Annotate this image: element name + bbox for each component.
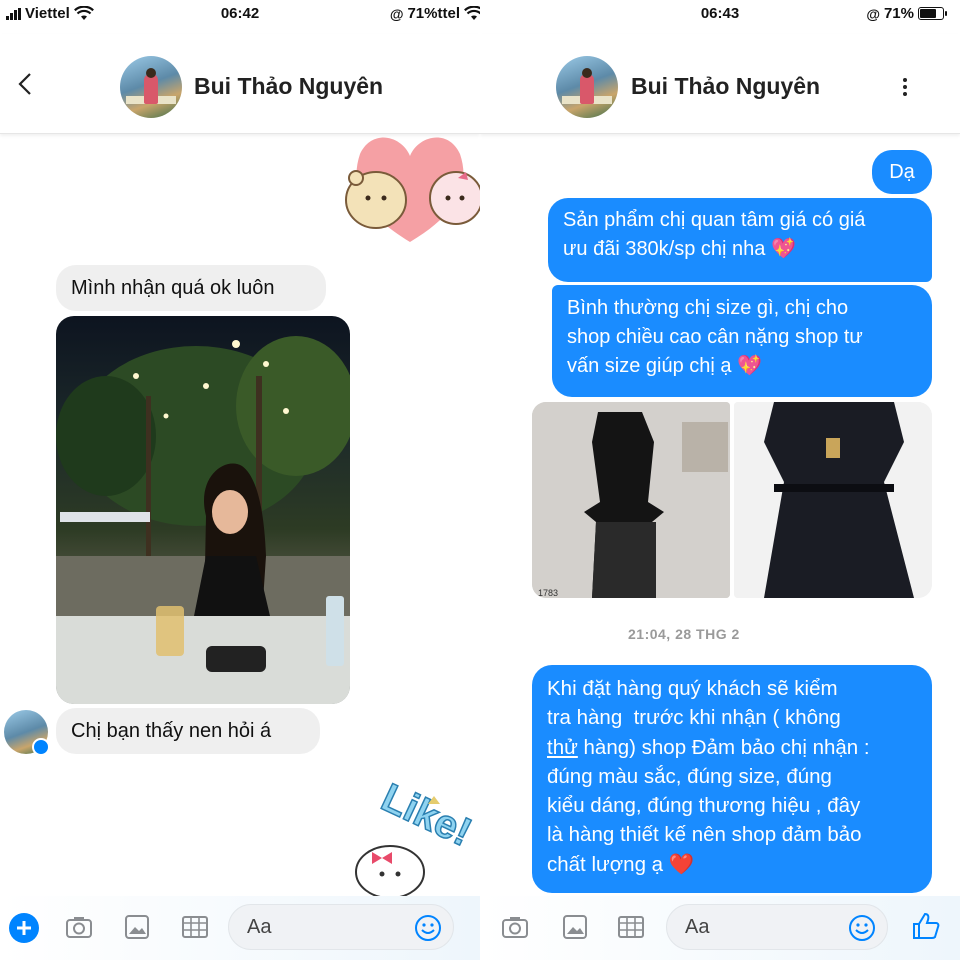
thumbs-up-icon[interactable] [910, 910, 942, 942]
message-placeholder: Aa [247, 916, 272, 938]
message-input[interactable]: Aa [228, 904, 454, 950]
outgoing-message[interactable]: Bình thường chị size gì, chị cho shop ch… [552, 285, 932, 397]
outgoing-message[interactable]: Khi đặt hàng quý khách sẽ kiểm tra hàng … [532, 665, 932, 893]
battery-icon [918, 7, 947, 20]
orientation-lock-icon: @ [389, 5, 404, 22]
message-line: shop chiều cao cân nặng shop tư [567, 326, 863, 348]
sticker-grid-icon[interactable] [180, 912, 210, 942]
incoming-message[interactable]: Chị bạn thấy nen hỏi á [56, 708, 320, 754]
incoming-message[interactable]: Mình nhận quá ok luôn [56, 265, 326, 311]
message-line: ưu đãi 380k/sp chị nha 💖 [563, 238, 796, 260]
camera-icon[interactable] [64, 912, 94, 942]
night-scene-image [56, 336, 350, 704]
message-line: Bình thường chị size gì, chị cho [567, 297, 849, 319]
message-placeholder: Aa [685, 916, 710, 938]
status-bar: Viettel 06:42 @ 71%ttel [0, 0, 480, 30]
camera-icon[interactable] [500, 912, 530, 942]
battery-percent: 71%ttel [407, 5, 460, 22]
message-line: vấn size giúp chị ạ 💖 [567, 355, 762, 377]
sticker-grid-icon[interactable] [616, 912, 646, 942]
message-input[interactable]: Aa [666, 904, 888, 950]
product-photo[interactable]: 1783 [532, 402, 730, 598]
message-line: tra hàng trước khi nhận ( không [547, 706, 841, 730]
contact-name[interactable]: Bui Thảo Nguyên [631, 73, 820, 100]
orientation-lock-icon: @ [866, 5, 880, 22]
composer-bar: Aa [0, 896, 480, 960]
more-options-icon[interactable] [902, 78, 908, 98]
like-sticker: Like! [355, 776, 479, 896]
message-line: Sản phẩm chị quan tâm giá có giá [563, 209, 866, 231]
message-line: kiểu dáng, đúng thương hiệu , đây [547, 794, 861, 818]
composer-bar: Aa [480, 896, 960, 960]
message-line: đúng màu sắc, đúng size, đúng [547, 764, 832, 788]
message-line: thử hàng) shop Đảm bảo chị nhận : [547, 735, 870, 759]
product-photo[interactable] [734, 402, 932, 598]
add-plus-icon[interactable] [8, 912, 40, 944]
black-dress-image: 1783 [532, 402, 730, 598]
messenger-badge-icon [32, 738, 50, 756]
contact-avatar[interactable] [556, 56, 618, 118]
left-screenshot: Viettel 06:42 @ 71%ttel Bui Thảo Nguyên … [0, 0, 480, 960]
photo-caption: 1783 [538, 588, 558, 598]
outgoing-message[interactable]: Sản phẩm chị quan tâm giá có giá ưu đãi … [548, 198, 932, 282]
emoji-icon[interactable] [847, 913, 877, 943]
battery-percent: 71% [883, 5, 914, 22]
chat-header: Bui Thảo Nguyên [480, 34, 960, 134]
gallery-icon[interactable] [560, 912, 590, 942]
message-line: Khi đặt hàng quý khách sẽ kiểm [547, 677, 838, 700]
message-line: chất lượng ạ ❤️ [547, 852, 695, 876]
like-sticker-text: Like! [375, 776, 478, 855]
gallery-icon[interactable] [122, 912, 152, 942]
wifi-icon [464, 6, 480, 20]
emoji-icon[interactable] [413, 913, 443, 943]
sender-avatar[interactable] [4, 710, 50, 756]
contact-name[interactable]: Bui Thảo Nguyên [194, 73, 383, 100]
outgoing-message[interactable]: Dạ [872, 150, 932, 194]
status-bar: 06:43 @ 71% [480, 0, 960, 30]
status-right: @ 71% [866, 5, 947, 22]
back-arrow-icon[interactable] [16, 72, 36, 96]
chat-header: Bui Thảo Nguyên [0, 34, 480, 134]
black-dress-image [734, 402, 932, 598]
underlined-word: thử [547, 735, 578, 759]
right-screenshot: 06:43 @ 71% Bui Thảo Nguyên Dạ Sản phẩm … [480, 0, 960, 960]
message-line: là hàng thiết kế nên shop đảm bảo [547, 823, 862, 847]
status-right: @ 71%ttel [390, 5, 480, 22]
bear-heart-sticker [345, 137, 480, 242]
shared-photo[interactable] [56, 316, 350, 704]
message-timestamp: 21:04, 28 THG 2 [628, 626, 740, 642]
contact-avatar[interactable] [120, 56, 182, 118]
